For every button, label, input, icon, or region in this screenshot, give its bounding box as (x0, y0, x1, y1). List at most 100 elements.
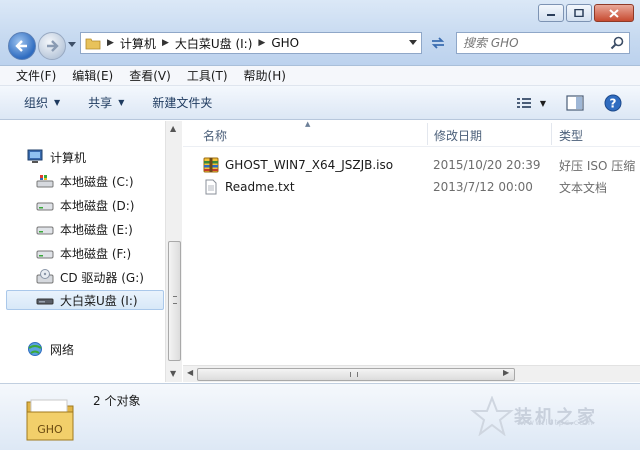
recent-pages-dropdown[interactable] (68, 42, 76, 48)
grip-icon (350, 372, 358, 377)
chevron-right-icon[interactable]: ▶ (107, 38, 114, 48)
organize-button[interactable]: 组织 ▼ (24, 94, 60, 111)
nav-item-drive-f[interactable]: 本地磁盘 (F:) (36, 243, 131, 263)
item-count: 2 个对象 (93, 394, 141, 408)
title-bar: ▶ 计算机 ▶ 大白菜U盘 (I:) ▶ GHO (0, 0, 640, 66)
refresh-icon (431, 37, 445, 49)
nav-item-label: 本地磁盘 (E:) (60, 222, 133, 237)
new-folder-button[interactable]: 新建文件夹 (152, 94, 212, 111)
chevron-right-icon[interactable]: ▶ (162, 38, 169, 48)
refresh-button[interactable] (428, 33, 448, 53)
watermark-url: www.lotpc.com (520, 418, 594, 427)
column-header-name[interactable]: 名称 (203, 127, 227, 144)
arrow-left-icon (15, 40, 27, 52)
chevron-down-icon: ▼ (54, 98, 61, 107)
address-dropdown-icon[interactable] (409, 40, 417, 46)
file-name: Readme.txt (225, 180, 295, 194)
file-name: GHOST_WIN7_X64_JSZJB.iso (225, 158, 394, 172)
nav-item-computer[interactable]: 计算机 (26, 147, 86, 167)
search-box[interactable] (456, 32, 630, 54)
minimize-button[interactable] (538, 4, 564, 22)
column-divider[interactable] (551, 123, 552, 145)
nav-item-label: 网络 (50, 342, 75, 357)
search-input[interactable] (463, 36, 603, 50)
chevron-down-icon: ▼ (118, 98, 125, 107)
scroll-right-icon[interactable]: ▶ (503, 368, 509, 377)
view-options-button[interactable]: ▼ (516, 96, 546, 110)
breadcrumb-computer[interactable]: 计算机 (120, 35, 156, 52)
window-controls (538, 4, 634, 22)
share-label: 共享 (88, 96, 113, 110)
address-bar[interactable]: ▶ 计算机 ▶ 大白菜U盘 (I:) ▶ GHO (80, 32, 422, 54)
folder-icon (85, 38, 101, 50)
chevron-down-icon: ▼ (539, 98, 546, 108)
network-icon (28, 342, 42, 356)
toolbar-right: ▼ ? (516, 94, 622, 112)
column-header-type[interactable]: 类型 (559, 127, 583, 144)
maximize-button[interactable] (566, 4, 592, 22)
menu-edit[interactable]: 编辑(E) (72, 67, 113, 84)
new-folder-label: 新建文件夹 (152, 96, 213, 110)
file-type: 文本文档 (559, 180, 608, 195)
folder-label: GHO (37, 423, 63, 436)
nav-item-drive-d[interactable]: 本地磁盘 (D:) (36, 195, 134, 215)
menu-view[interactable]: 查看(V) (129, 67, 171, 84)
scroll-thumb[interactable] (197, 368, 515, 381)
file-list-horizontal-scrollbar[interactable]: ◀ ▶ (183, 365, 640, 382)
scroll-down-icon[interactable]: ▼ (170, 369, 176, 378)
file-row[interactable]: GHOST_WIN7_X64_JSZJB.iso 2015/10/20 20:3… (199, 155, 639, 175)
folder-icon: GHO (26, 399, 74, 441)
nav-item-cd-drive[interactable]: CD 驱动器 (G:) (36, 267, 144, 287)
scroll-left-icon[interactable]: ◀ (187, 368, 193, 377)
share-button[interactable]: 共享 ▼ (88, 94, 124, 111)
command-bar: 组织 ▼ 共享 ▼ 新建文件夹 ▼ ? (0, 86, 640, 120)
nav-item-network[interactable]: 网络 (26, 339, 74, 359)
nav-item-label: 本地磁盘 (C:) (60, 174, 134, 189)
details-pane: GHO 2 个对象 装机之家 www.lotpc.com (0, 383, 640, 450)
help-icon[interactable]: ? (604, 94, 622, 112)
navigation-pane: 计算机 本地磁盘 (C:) 本地磁盘 (D:) 本地磁盘 (E:) 本地磁盘 (… (0, 121, 182, 382)
organize-label: 组织 (24, 96, 49, 110)
nav-item-drive-c[interactable]: 本地磁盘 (C:) (36, 171, 134, 191)
breadcrumb-gho[interactable]: GHO (271, 36, 299, 50)
grip-icon (173, 296, 177, 304)
file-list: ▲ 名称 修改日期 类型 GHOST_WIN7_X64_JSZJB.iso 20… (183, 120, 640, 382)
back-button[interactable] (8, 32, 36, 60)
nav-pane-scrollbar[interactable]: ▲ ▼ (165, 121, 182, 382)
folder-tree: 计算机 本地磁盘 (C:) 本地磁盘 (D:) 本地磁盘 (E:) 本地磁盘 (… (0, 121, 166, 382)
close-icon (609, 8, 619, 18)
nav-item-drive-e[interactable]: 本地磁盘 (E:) (36, 219, 133, 239)
scroll-up-icon[interactable]: ▲ (170, 124, 176, 133)
menu-bar: 文件(F) 编辑(E) 查看(V) 工具(T) 帮助(H) (0, 66, 640, 86)
drive-icon (36, 250, 54, 259)
scroll-thumb[interactable] (168, 241, 181, 361)
close-button[interactable] (594, 4, 634, 22)
sort-ascending-icon: ▲ (305, 120, 311, 128)
nav-item-label: CD 驱动器 (G:) (60, 270, 144, 285)
column-headers: ▲ 名称 修改日期 类型 (183, 120, 640, 147)
chevron-right-icon[interactable]: ▶ (258, 38, 265, 48)
nav-item-usb-drive[interactable]: 大白菜U盘 (I:) (6, 290, 164, 310)
file-modified: 2013/7/12 00:00 (433, 180, 533, 194)
preview-pane-icon[interactable] (566, 95, 584, 111)
drive-icon (36, 202, 54, 211)
menu-help[interactable]: 帮助(H) (244, 67, 286, 84)
column-divider[interactable] (427, 123, 428, 145)
search-icon[interactable] (610, 36, 624, 50)
usb-drive-icon (36, 298, 54, 305)
file-modified: 2015/10/20 20:39 (433, 158, 541, 172)
svg-text:?: ? (610, 97, 617, 111)
minimize-icon (547, 14, 555, 16)
column-header-modified[interactable]: 修改日期 (434, 127, 482, 144)
computer-icon (27, 149, 43, 163)
maximize-icon (574, 9, 584, 17)
menu-file[interactable]: 文件(F) (16, 67, 56, 84)
nav-item-label: 本地磁盘 (D:) (60, 198, 135, 213)
nav-item-label: 大白菜U盘 (I:) (60, 293, 138, 308)
view-list-icon (516, 98, 531, 108)
menu-tools[interactable]: 工具(T) (187, 67, 228, 84)
breadcrumb-usb-drive[interactable]: 大白菜U盘 (I:) (175, 35, 253, 52)
forward-button[interactable] (38, 32, 66, 60)
file-row[interactable]: Readme.txt 2013/7/12 00:00 文本文档 (199, 177, 639, 197)
nav-item-label: 计算机 (50, 150, 87, 165)
